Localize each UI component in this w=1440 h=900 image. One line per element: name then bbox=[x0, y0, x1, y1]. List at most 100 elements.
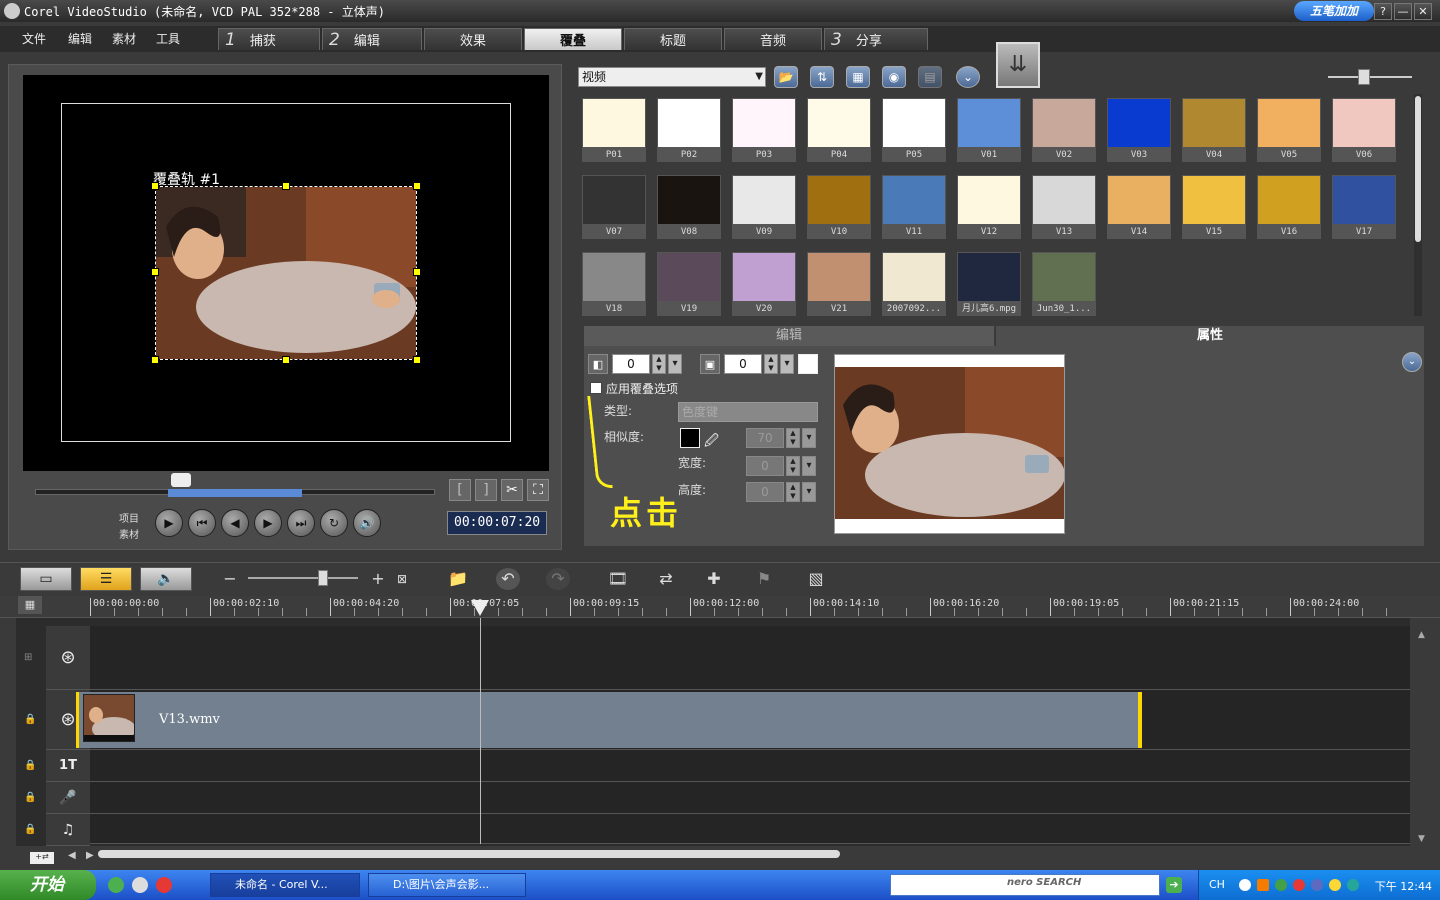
library-thumbnail[interactable]: V12 bbox=[957, 175, 1021, 241]
library-thumbnail[interactable]: V11 bbox=[882, 175, 946, 241]
overlay-clip[interactable]: V13.wmv bbox=[76, 692, 1142, 748]
resize-handle[interactable] bbox=[151, 268, 159, 276]
library-thumbnail[interactable]: V13 bbox=[1032, 175, 1096, 241]
similarity-spinner[interactable]: ▲ ▼ bbox=[786, 428, 800, 448]
help-button[interactable]: ? bbox=[1374, 3, 1392, 20]
resize-handle[interactable] bbox=[151, 356, 159, 364]
mark-out-button[interactable]: ] bbox=[475, 479, 497, 501]
quicklaunch-icon[interactable] bbox=[156, 877, 172, 893]
library-thumbnail[interactable]: V21 bbox=[807, 252, 871, 318]
library-thumbnail[interactable]: V05 bbox=[1257, 98, 1321, 164]
music-track[interactable] bbox=[90, 814, 1410, 844]
ime-promo-badge[interactable]: 五笔加加 bbox=[1294, 1, 1374, 21]
scroll-right-icon[interactable]: ▶ bbox=[86, 850, 94, 861]
collapse-options-icon[interactable]: ⌄ bbox=[1402, 352, 1422, 372]
resize-handle[interactable] bbox=[151, 182, 159, 190]
import-disc-icon[interactable]: ◉ bbox=[882, 66, 906, 88]
library-thumbnail[interactable]: P01 bbox=[582, 98, 646, 164]
library-thumbnail[interactable]: V04 bbox=[1182, 98, 1246, 164]
tray-icon[interactable] bbox=[1329, 879, 1341, 891]
tab-capture[interactable]: 1 捕获 bbox=[218, 28, 320, 50]
title-track[interactable] bbox=[90, 750, 1410, 782]
quicklaunch-icon[interactable] bbox=[108, 877, 124, 893]
task-explorer[interactable]: D:\图片\会声会影... bbox=[368, 873, 526, 897]
width-input[interactable]: 0 bbox=[746, 456, 784, 476]
timeline-horizontal-scrollbar[interactable] bbox=[98, 850, 840, 858]
transparency-input[interactable]: 0 bbox=[612, 354, 650, 374]
mark-in-button[interactable]: [ bbox=[449, 479, 471, 501]
undo-icon[interactable]: ↶ bbox=[496, 568, 520, 590]
library-thumbnail[interactable]: P03 bbox=[732, 98, 796, 164]
library-thumbnail[interactable]: P04 bbox=[807, 98, 871, 164]
library-thumbnail[interactable]: V20 bbox=[732, 252, 796, 318]
voice-track[interactable] bbox=[90, 782, 1410, 814]
library-manager-icon[interactable]: ▦ bbox=[846, 66, 870, 88]
library-thumbnail[interactable]: V01 bbox=[957, 98, 1021, 164]
expand-options-button[interactable]: ⇊ bbox=[996, 42, 1040, 88]
apply-overlay-checkbox[interactable] bbox=[590, 382, 602, 394]
preview-window[interactable]: 覆叠轨 #1 bbox=[23, 75, 549, 471]
library-thumbnail[interactable]: Jun30_1... bbox=[1032, 252, 1096, 318]
close-button[interactable]: ✕ bbox=[1414, 3, 1432, 20]
insert-media-icon[interactable]: 📁 bbox=[446, 568, 470, 590]
resize-handle[interactable] bbox=[413, 182, 421, 190]
tab-edit[interactable]: 2 编辑 bbox=[322, 28, 422, 50]
clip-mode-label[interactable]: 素材 bbox=[119, 526, 139, 541]
border-spinner[interactable]: ▲ ▼ bbox=[764, 354, 778, 374]
border-color-swatch[interactable] bbox=[798, 354, 818, 374]
menu-edit[interactable]: 编辑 bbox=[68, 30, 92, 47]
library-thumbnail[interactable]: V09 bbox=[732, 175, 796, 241]
timeline-zoom-slider[interactable] bbox=[248, 570, 358, 586]
slider-knob[interactable] bbox=[1358, 69, 1370, 85]
previous-frame-button[interactable]: ◀ bbox=[221, 509, 249, 537]
library-thumbnail[interactable]: V15 bbox=[1182, 175, 1246, 241]
library-thumbnail[interactable]: V14 bbox=[1107, 175, 1171, 241]
library-thumbnail[interactable]: V10 bbox=[807, 175, 871, 241]
track-lock-icon[interactable]: 🔒 bbox=[24, 760, 36, 772]
resize-handle[interactable] bbox=[413, 356, 421, 364]
library-thumbnail[interactable]: V02 bbox=[1032, 98, 1096, 164]
start-button[interactable]: 开始 bbox=[0, 870, 96, 900]
next-frame-button[interactable]: ▶ bbox=[254, 509, 282, 537]
menu-clip[interactable]: 素材 bbox=[112, 30, 136, 47]
tray-icon[interactable] bbox=[1347, 879, 1359, 891]
library-thumbnail[interactable]: V17 bbox=[1332, 175, 1396, 241]
width-spinner[interactable]: ▲ ▼ bbox=[786, 456, 800, 476]
resize-handle[interactable] bbox=[413, 268, 421, 276]
height-input[interactable]: 0 bbox=[746, 482, 784, 502]
end-button[interactable]: ⏭ bbox=[287, 509, 315, 537]
track-lock-icon[interactable]: 🔒 bbox=[24, 792, 36, 804]
resize-handle[interactable] bbox=[282, 356, 290, 364]
mixer-icon[interactable]: ▧ bbox=[804, 568, 828, 590]
tray-icon[interactable] bbox=[1293, 879, 1305, 891]
library-thumbnail[interactable]: V18 bbox=[582, 252, 646, 318]
folder-icon[interactable]: 📂 bbox=[774, 66, 798, 88]
storyboard-view-button[interactable]: ▭ bbox=[20, 567, 72, 591]
tray-icon[interactable] bbox=[1239, 879, 1251, 891]
height-dropdown[interactable]: ▾ bbox=[802, 482, 816, 502]
height-spinner[interactable]: ▲ ▼ bbox=[786, 482, 800, 502]
similarity-input[interactable]: 70 bbox=[746, 428, 784, 448]
trim-selection[interactable] bbox=[168, 489, 302, 497]
library-thumbnail[interactable]: V16 bbox=[1257, 175, 1321, 241]
border-input[interactable]: 0 bbox=[724, 354, 762, 374]
tab-edit-options[interactable]: 编辑 bbox=[584, 326, 994, 346]
border-dropdown[interactable]: ▾ bbox=[780, 354, 794, 374]
quicklaunch-icon[interactable] bbox=[132, 877, 148, 893]
menu-file[interactable]: 文件 bbox=[22, 30, 46, 47]
eyedropper-icon[interactable]: 🖉 bbox=[704, 430, 719, 454]
search-go-icon[interactable]: ➔ bbox=[1166, 877, 1182, 893]
scrollbar-thumb[interactable] bbox=[1415, 96, 1421, 242]
thumbnail-size-slider[interactable] bbox=[1328, 69, 1412, 85]
tray-icon[interactable] bbox=[1275, 879, 1287, 891]
redo-icon[interactable]: ↷ bbox=[546, 568, 570, 590]
minimize-button[interactable]: — bbox=[1394, 3, 1412, 20]
options-chevron-icon[interactable]: ⌄ bbox=[956, 66, 980, 88]
library-thumbnail[interactable]: 2007092... bbox=[882, 252, 946, 318]
enlarge-preview-icon[interactable]: ⛶ bbox=[527, 479, 549, 501]
batch-convert-icon[interactable]: ⇄ bbox=[654, 568, 678, 590]
timeline-vertical-scrollbar[interactable]: ▲ ▼ bbox=[1416, 630, 1430, 844]
task-videostudio[interactable]: 未命名 - Corel V... bbox=[210, 873, 360, 897]
repeat-button[interactable]: ↻ bbox=[320, 509, 348, 537]
tab-title[interactable]: 标题 bbox=[624, 28, 722, 50]
